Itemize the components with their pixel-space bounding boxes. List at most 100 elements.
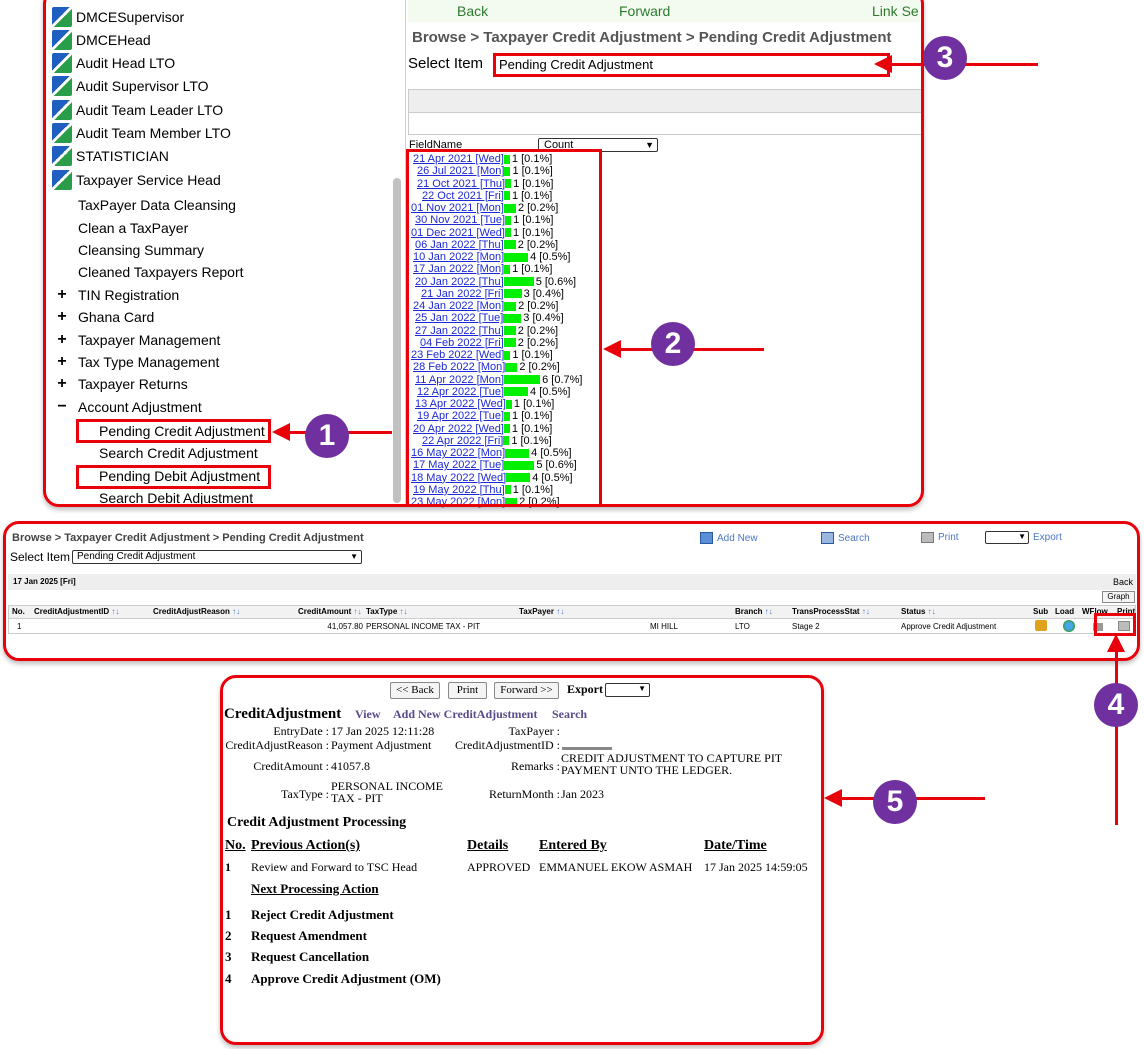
- col-sub: Sub: [1033, 607, 1049, 616]
- select-item-label-2: Select Item: [10, 550, 71, 564]
- col-stat-label: TransProcessStat: [792, 607, 860, 616]
- add-new-icon: [700, 532, 713, 544]
- col-taxpayer[interactable]: TaxPayer ↑↓: [519, 607, 564, 618]
- highlight-print-column: [1094, 613, 1136, 636]
- select-item-dropdown-2[interactable]: Pending Credit Adjustment ▼: [72, 550, 362, 564]
- action-request-amendment[interactable]: Request Amendment: [251, 928, 367, 944]
- sort-icon: ↑↓: [554, 607, 565, 616]
- callout-badge-4: 4: [1094, 683, 1138, 727]
- action-reject[interactable]: Reject Credit Adjustment: [251, 907, 394, 923]
- reason-value: Payment Adjustment: [331, 738, 432, 752]
- sort-icon: ↑↓: [859, 607, 870, 616]
- action-approve[interactable]: Approve Credit Adjustment (OM): [251, 971, 441, 987]
- prev-action: Review and Forward to TSC Head: [251, 860, 418, 874]
- next-no: 2: [225, 928, 232, 943]
- chevron-down-icon: ▼: [638, 684, 646, 693]
- search-label: Search: [838, 532, 870, 544]
- search-icon: [821, 532, 834, 544]
- group-header: [8, 574, 1136, 590]
- next-no: 3: [225, 949, 232, 964]
- col-status[interactable]: Status ↑↓: [901, 607, 936, 618]
- arrowhead-icon: [272, 423, 290, 441]
- arrowhead-icon: [874, 55, 892, 73]
- processing-title: Credit Adjustment Processing: [227, 815, 407, 830]
- col-taxtype-label: TaxType: [366, 607, 398, 616]
- print-button-detail[interactable]: Print: [448, 682, 487, 699]
- header-datetime: Date/Time: [704, 838, 767, 853]
- prev-datetime: 17 Jan 2025 14:59:05: [704, 860, 808, 874]
- back-button[interactable]: << Back: [390, 682, 440, 699]
- back-link[interactable]: Back: [1113, 577, 1133, 587]
- id-label: CreditAdjustmentID :: [455, 738, 560, 752]
- subscribe-icon[interactable]: [1035, 620, 1047, 631]
- arrowhead-icon: [824, 789, 842, 807]
- col-no[interactable]: No.: [12, 607, 25, 618]
- entry-date-label: EntryDate :: [273, 724, 329, 738]
- col-id-label: CreditAdjustmentID: [34, 607, 110, 616]
- highlight-select-item: [493, 53, 890, 77]
- col-reason[interactable]: CreditAdjustReason ↑↓: [153, 607, 240, 618]
- sort-icon: ↑↓: [351, 607, 362, 616]
- cell-no: 1: [17, 622, 22, 631]
- callout-badge-1: 1: [305, 414, 349, 458]
- return-month-label: ReturnMonth :: [489, 787, 560, 801]
- callout-badge-5: 5: [873, 780, 917, 824]
- col-id[interactable]: CreditAdjustmentID ↑↓: [34, 607, 119, 618]
- export-select[interactable]: ▼: [985, 531, 1029, 544]
- cell-branch: LTO: [735, 622, 750, 631]
- prev-entered-by: EMMANUEL EKOW ASMAH: [539, 860, 693, 874]
- header-no: No.: [225, 838, 246, 853]
- entry-date-value: 17 Jan 2025 12:11:28: [331, 724, 435, 738]
- cell-amount: 41,057.80: [327, 622, 363, 631]
- arrowhead-icon: [1107, 634, 1125, 652]
- breadcrumb-2: Browse > Taxpayer Credit Adjustment > Pe…: [12, 532, 364, 544]
- amount-value: 41057.8: [331, 759, 370, 773]
- col-branch-label: Branch: [735, 607, 763, 616]
- col-reason-label: CreditAdjustReason: [153, 607, 230, 616]
- export-dropdown[interactable]: ▼: [605, 683, 650, 697]
- load-globe-icon[interactable]: [1063, 620, 1075, 632]
- remarks-label: Remarks :: [511, 759, 560, 773]
- col-status-label: Status: [901, 607, 926, 616]
- col-taxtype[interactable]: TaxType ↑↓: [366, 607, 408, 618]
- callout-badge-3: 3: [923, 36, 967, 80]
- select-item-value-2: Pending Credit Adjustment: [77, 551, 196, 562]
- col-stat[interactable]: TransProcessStat ↑↓: [792, 607, 870, 618]
- search-link[interactable]: Search: [552, 707, 587, 722]
- sort-icon: ↑↓: [762, 607, 773, 616]
- return-month-value: Jan 2023: [561, 787, 604, 801]
- search-button[interactable]: Search: [821, 532, 870, 544]
- add-new-record-link[interactable]: Add New CreditAdjustment: [393, 707, 537, 722]
- highlight-pending-credit: [76, 419, 271, 443]
- sort-icon: ↑↓: [397, 607, 408, 616]
- next-action-title: Next Processing Action: [251, 881, 379, 896]
- add-new-button[interactable]: Add New: [700, 532, 758, 544]
- forward-button[interactable]: Forward >>: [494, 682, 559, 699]
- graph-button[interactable]: Graph: [1102, 591, 1135, 603]
- id-value-redacted: [562, 747, 612, 750]
- export-link[interactable]: Export: [1033, 532, 1062, 543]
- chevron-down-icon: ▼: [1018, 532, 1026, 541]
- cell-taxpayer: MI HILL: [650, 622, 679, 631]
- taxpayer-label: TaxPayer :: [508, 724, 560, 738]
- export-label: Export: [567, 682, 603, 696]
- taxtype-label: TaxType :: [281, 787, 329, 801]
- col-amount[interactable]: CreditAmount ↑↓: [298, 607, 362, 618]
- view-link[interactable]: View: [355, 707, 381, 722]
- header-entered-by: Entered By: [539, 838, 607, 853]
- sort-icon: ↑↓: [925, 607, 936, 616]
- chevron-down-icon: ▼: [350, 552, 358, 561]
- print-button[interactable]: Print: [921, 532, 959, 543]
- next-no: 4: [225, 971, 232, 986]
- header-details: Details: [467, 838, 509, 853]
- amount-label: CreditAmount :: [253, 759, 329, 773]
- header-previous-actions: Previous Action(s): [251, 838, 361, 853]
- action-request-cancellation[interactable]: Request Cancellation: [251, 949, 369, 965]
- highlight-date-list: [406, 149, 602, 507]
- reason-label: CreditAdjustReason :: [225, 738, 329, 752]
- printer-icon: [921, 532, 934, 543]
- col-branch[interactable]: Branch ↑↓: [735, 607, 773, 618]
- callout-arrow: [1115, 650, 1118, 825]
- highlight-pending-debit: [76, 465, 271, 489]
- arrowhead-icon: [603, 340, 621, 358]
